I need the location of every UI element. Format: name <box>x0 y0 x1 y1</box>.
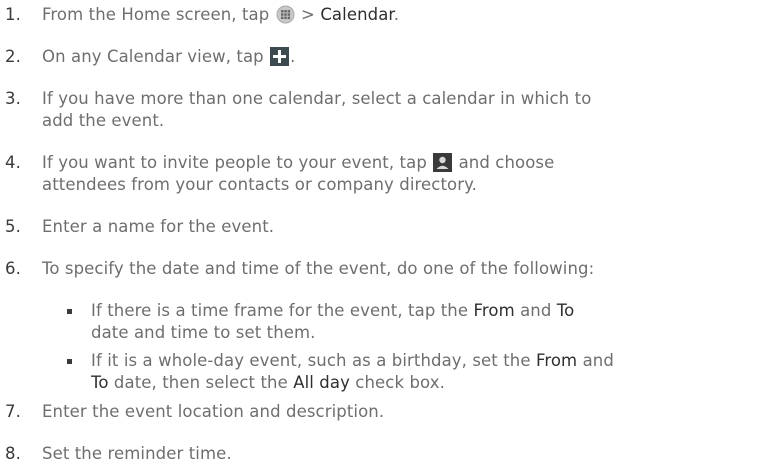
step-number: 5. <box>5 217 21 236</box>
step-text: If you have more than one calendar, sele… <box>42 89 592 130</box>
step-number: 7. <box>5 402 21 421</box>
all-apps-grid-icon <box>276 5 295 24</box>
step-number: 2. <box>5 47 21 66</box>
contact-person-icon <box>433 153 453 172</box>
step-number: 6. <box>5 259 21 278</box>
step-number: 3. <box>5 89 21 108</box>
bullet-marker <box>67 359 72 364</box>
step-text: Enter the event location and description… <box>42 402 385 421</box>
step-text: If you want to invite people to your eve… <box>42 153 555 194</box>
step-number: 1. <box>5 5 21 24</box>
step-text: On any Calendar view, tap . <box>42 47 296 66</box>
step-text: From the Home screen, tap > Calendar. <box>42 5 400 24</box>
step-number: 4. <box>5 153 21 172</box>
bullet-text: If there is a time frame for the event, … <box>91 301 575 342</box>
add-plus-icon <box>270 47 290 66</box>
bullet-text: If it is a whole-day event, such as a bi… <box>91 351 614 392</box>
step-text: Enter a name for the event. <box>42 217 275 236</box>
step-text: Set the reminder time. <box>42 444 232 463</box>
step-text: To specify the date and time of the even… <box>42 259 595 278</box>
bullet-marker <box>67 309 72 314</box>
step-number: 8. <box>5 444 21 463</box>
